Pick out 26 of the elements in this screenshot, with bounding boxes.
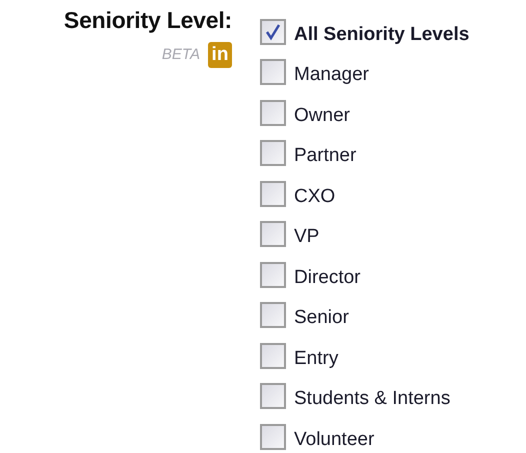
checkbox[interactable] [260, 262, 286, 288]
linkedin-badge: in [208, 42, 232, 68]
checkbox[interactable] [260, 100, 286, 126]
option-label: Senior [294, 306, 349, 330]
filter-label: Seniority Level: [64, 6, 232, 34]
checkbox[interactable] [260, 383, 286, 409]
checkbox[interactable] [260, 424, 286, 450]
option-label: Director [294, 266, 361, 290]
option-label: Volunteer [294, 428, 374, 452]
option-label: VP [294, 225, 320, 249]
option-label: All Seniority Levels [294, 22, 470, 46]
checkbox[interactable] [260, 221, 286, 247]
option-label: Entry [294, 346, 338, 370]
check-icon [264, 22, 282, 40]
checkbox[interactable] [260, 18, 286, 44]
option-label: Students & Interns [294, 387, 450, 411]
checkbox[interactable] [260, 302, 286, 328]
option-label: CXO [294, 184, 336, 208]
checkbox[interactable] [260, 140, 286, 166]
option-label: Partner [294, 144, 356, 168]
checkbox[interactable] [260, 59, 286, 85]
checkbox[interactable] [260, 342, 286, 368]
option-label: Owner [294, 104, 350, 128]
beta-label: BETA [162, 44, 200, 65]
checkbox[interactable] [260, 180, 286, 206]
option-label: Manager [294, 63, 369, 87]
